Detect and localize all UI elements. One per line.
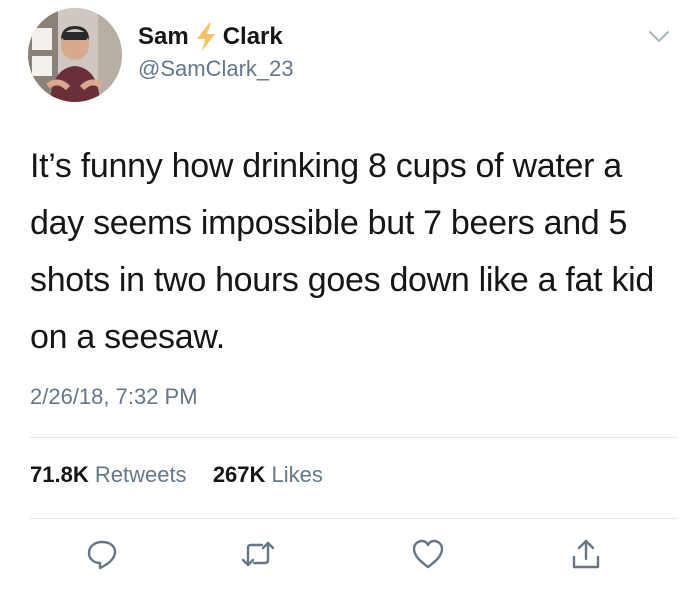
engagement-stats: 71.8K Retweets 267K Likes — [30, 462, 323, 488]
share-icon — [570, 537, 602, 576]
avatar[interactable] — [28, 8, 122, 102]
retweets-label[interactable]: Retweets — [95, 462, 187, 487]
reply-icon — [85, 537, 119, 576]
divider — [30, 518, 678, 519]
likes-count[interactable]: 267K — [213, 462, 266, 487]
display-name-last: Clark — [222, 23, 283, 50]
display-name[interactable]: Sam Clark — [138, 22, 283, 52]
retweets-count[interactable]: 71.8K — [30, 462, 89, 487]
likes-label[interactable]: Likes — [272, 462, 323, 487]
retweet-icon — [240, 539, 276, 574]
divider — [30, 437, 678, 438]
reply-button[interactable] — [82, 536, 122, 576]
tweet-text: It’s funny how drinking 8 cups of water … — [30, 147, 655, 356]
user-handle[interactable]: @SamClark_23 — [138, 56, 294, 82]
timestamp[interactable]: 2/26/18, 7:32 PM — [30, 384, 198, 410]
like-button[interactable] — [408, 536, 448, 576]
heart-icon — [411, 538, 445, 575]
chevron-down-icon[interactable] — [648, 30, 670, 44]
retweet-button[interactable] — [238, 536, 278, 576]
lightning-bolt-icon — [193, 22, 219, 52]
tweet-card: Sam Clark @SamClark_23 It’s funny how dr… — [0, 0, 700, 603]
share-button[interactable] — [566, 536, 606, 576]
display-name-first: Sam — [138, 23, 189, 50]
